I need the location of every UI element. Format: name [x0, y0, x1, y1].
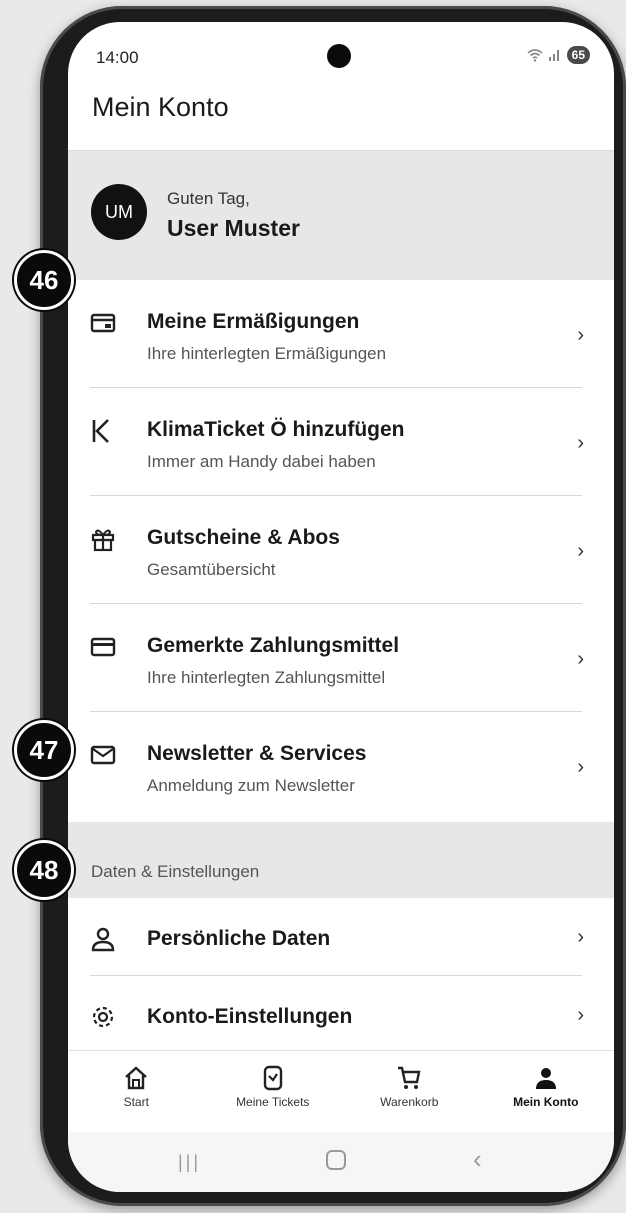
signal-icon — [548, 50, 559, 61]
nav-mein-konto[interactable]: Mein Konto — [478, 1051, 615, 1132]
menu-item-subtitle: Immer am Handy dabei haben — [147, 452, 376, 471]
menu-item-zahlungsmittel[interactable]: Gemerkte Zahlungsmittel Ihre hinterlegte… — [68, 604, 614, 712]
greeting-panel: UM Guten Tag, User Muster — [68, 150, 614, 280]
battery-badge: 65 — [566, 46, 590, 64]
menu-item-title: Meine Ermäßigungen — [147, 310, 360, 333]
cart-icon — [398, 1066, 421, 1089]
person-icon — [91, 927, 115, 952]
chevron-right-icon: › — [577, 648, 584, 670]
menu-item-title: Persönliche Daten — [147, 927, 331, 950]
menu-item-subtitle: Gesamtübersicht — [147, 560, 276, 579]
section-header: Daten & Einstellungen — [68, 822, 614, 898]
menu-item-title: KlimaTicket Ö hinzufügen — [147, 418, 405, 441]
chevron-right-icon: › — [577, 324, 584, 346]
status-bar: 14:00 65 — [68, 22, 614, 92]
menu-item-gutscheine[interactable]: Gutscheine & Abos Gesamtübersicht › — [68, 496, 614, 604]
menu-item-klimaticket[interactable]: KlimaTicket Ö hinzufügen Immer am Handy … — [68, 388, 614, 496]
menu-item-title: Newsletter & Services — [147, 742, 367, 765]
menu-item-title: Konto-Einstellungen — [147, 1005, 353, 1028]
section-label: Daten & Einstellungen — [91, 862, 260, 881]
status-icons: 65 — [527, 46, 590, 64]
menu-item-ermaessigungen[interactable]: Meine Ermäßigungen Ihre hinterlegten Erm… — [68, 280, 614, 388]
chevron-right-icon: › — [577, 926, 584, 948]
chevron-right-icon: › — [577, 756, 584, 778]
klimaticket-k-icon — [92, 419, 109, 443]
menu-item-subtitle: Anmeldung zum Newsletter — [147, 776, 355, 795]
annotation-badge-47: 47 — [14, 720, 74, 780]
credit-card-icon — [90, 637, 116, 657]
app-screen: 14:00 65 Mein Konto UM Guten Tag, User M… — [68, 22, 614, 1192]
nav-start[interactable]: Start — [68, 1051, 205, 1132]
avatar[interactable]: UM — [91, 184, 147, 240]
annotation-badge-48: 48 — [14, 840, 74, 900]
chevron-right-icon: › — [577, 432, 584, 454]
status-time: 14:00 — [96, 48, 139, 67]
greeting-salutation: Guten Tag, — [167, 189, 250, 208]
annotation-badge-46: 46 — [14, 250, 74, 310]
menu-item-konto-einstellungen[interactable]: Konto-Einstellungen › — [68, 976, 614, 1054]
front-camera — [327, 44, 351, 68]
system-navigation-bar: ||| ‹ — [68, 1132, 614, 1192]
gear-icon — [92, 1006, 114, 1028]
wifi-icon — [527, 49, 543, 62]
chevron-right-icon: › — [577, 1004, 584, 1026]
nav-meine-tickets[interactable]: Meine Tickets — [205, 1051, 342, 1132]
menu-item-subtitle: Ihre hinterlegten Zahlungsmittel — [147, 668, 386, 687]
ticket-icon — [263, 1065, 282, 1091]
menu-item-subtitle: Ihre hinterlegten Ermäßigungen — [147, 344, 387, 363]
mail-icon — [90, 745, 116, 765]
chevron-right-icon: › — [577, 540, 584, 562]
page-title: Mein Konto — [92, 92, 229, 122]
account-menu: Meine Ermäßigungen Ihre hinterlegten Erm… — [68, 280, 614, 820]
menu-item-title: Gutscheine & Abos — [147, 526, 340, 549]
menu-item-newsletter[interactable]: Newsletter & Services Anmeldung zum News… — [68, 712, 614, 820]
back-icon[interactable]: ‹ — [473, 1144, 482, 1175]
greeting-user-name: User Muster — [167, 215, 300, 241]
nav-label: Meine Tickets — [236, 1095, 310, 1109]
bottom-navigation: Start Meine Tickets Warenkorb Mein Konto — [68, 1050, 614, 1132]
home-icon — [125, 1066, 148, 1090]
home-button-icon[interactable] — [326, 1150, 346, 1170]
settings-menu: Persönliche Daten › Konto-Einstellungen … — [68, 898, 614, 1054]
nav-label: Warenkorb — [380, 1095, 439, 1109]
recent-apps-icon[interactable]: ||| — [178, 1152, 201, 1173]
account-icon — [535, 1068, 556, 1089]
menu-item-title: Gemerkte Zahlungsmittel — [147, 634, 400, 657]
nav-label: Mein Konto — [513, 1095, 579, 1109]
nav-label: Start — [123, 1095, 149, 1109]
discount-card-icon — [90, 313, 116, 333]
gift-icon — [91, 529, 115, 552]
nav-warenkorb[interactable]: Warenkorb — [341, 1051, 478, 1132]
menu-item-persoenliche-daten[interactable]: Persönliche Daten › — [68, 898, 614, 976]
